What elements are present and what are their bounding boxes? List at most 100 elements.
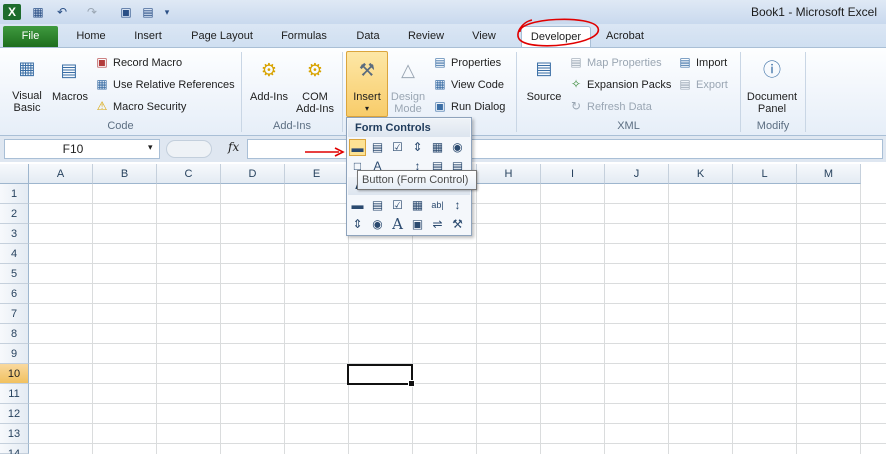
column-header-k[interactable]: K [669,164,733,184]
list-box-activex[interactable]: ▦ [409,197,426,214]
combo-box-activex[interactable]: ▤ [369,197,386,214]
row-header-9[interactable]: 9 [0,344,29,364]
source-button[interactable]: Source [522,91,566,103]
visual-basic-label: Visual Basic [12,90,42,114]
document-panel-button[interactable]: Document Panel [743,91,801,115]
tab-home[interactable]: Home [66,26,116,47]
grid-row-line [29,283,886,284]
run-dialog-button[interactable]: ▣ Run Dialog [432,97,505,115]
export-button[interactable]: ▤ Export [677,75,727,93]
refresh-data-button[interactable]: ↻ Refresh Data [568,97,652,115]
row-header-5[interactable]: 5 [0,264,29,284]
document-panel-icon: ⓘ [763,60,781,80]
relative-references-button[interactable]: ▦ Use Relative References [94,75,234,93]
tab-insert[interactable]: Insert [124,26,172,47]
column-header-c[interactable]: C [157,164,221,184]
grid-row-line [29,423,886,424]
button-form-control[interactable]: ▬ [349,139,366,156]
insert-function-icon[interactable]: fx [228,140,239,154]
row-header-7[interactable]: 7 [0,304,29,324]
properties-button[interactable]: ▤ Properties [432,53,501,71]
com-addins-button[interactable]: COM Add-Ins [292,91,338,115]
checkbox-activex[interactable]: ☑ [389,197,406,214]
label-activex[interactable]: A [389,216,406,233]
row-header-8[interactable]: 8 [0,324,29,344]
design-mode-button[interactable]: Design Mode [388,91,428,115]
group-label-code: Code [107,120,134,132]
map-properties-button[interactable]: ▤ Map Properties [568,53,661,71]
annotation-arrow [305,147,345,157]
import-icon: ▤ [679,55,691,69]
tab-review[interactable]: Review [399,26,453,47]
record-macro-button[interactable]: ▣ Record Macro [94,53,182,71]
more-controls-activex[interactable]: ⚒ [449,216,466,233]
column-header-e[interactable]: E [285,164,349,184]
grid-column-line [156,184,157,454]
toggle-button-activex[interactable]: ⇌ [429,216,446,233]
view-code-button[interactable]: ▦ View Code [432,75,504,93]
column-header-j[interactable]: J [605,164,669,184]
column-header-m[interactable]: M [797,164,861,184]
import-button[interactable]: ▤ Import [677,53,727,71]
warning-icon: ⚠ [96,99,108,113]
design-mode-icon: △ [401,60,415,80]
run-dialog-label: Run Dialog [451,101,506,113]
tab-page-layout[interactable]: Page Layout [184,26,260,47]
column-header-l[interactable]: L [733,164,797,184]
spin-button-form-control[interactable]: ⇕ [409,139,426,156]
properties-icon: ▤ [434,55,446,69]
com-addins-icon: ⚙ [306,60,324,80]
form-controls-heading: Form Controls [348,119,470,137]
list-box-form-control[interactable]: ▦ [429,139,446,156]
group-separator [342,52,343,132]
column-header-b[interactable]: B [93,164,157,184]
spin-button-activex[interactable]: ⇕ [349,216,366,233]
grid-column-line [668,184,669,454]
row-header-10[interactable]: 10 [0,364,29,384]
column-header-h[interactable]: H [477,164,541,184]
text-box-activex[interactable]: ab| [429,197,446,214]
visual-basic-button[interactable]: Visual Basic [6,90,48,114]
column-header-d[interactable]: D [221,164,285,184]
combo-box-form-control[interactable]: ▤ [369,139,386,156]
tab-view[interactable]: View [463,26,505,47]
tab-file[interactable]: File [3,26,58,47]
addins-button[interactable]: Add-Ins [246,91,292,103]
row-header-4[interactable]: 4 [0,244,29,264]
macro-security-label: Macro Security [113,101,187,113]
command-button-activex[interactable]: ▬ [349,197,366,214]
formula-bar-resize-handle[interactable] [166,140,212,158]
column-header-a[interactable]: A [29,164,93,184]
row-header-6[interactable]: 6 [0,284,29,304]
row-header-3[interactable]: 3 [0,224,29,244]
grid-column-line [796,184,797,454]
row-header-2[interactable]: 2 [0,204,29,224]
grid-column-line [284,184,285,454]
tab-data[interactable]: Data [347,26,389,47]
macro-security-button[interactable]: ⚠ Macro Security [94,97,187,115]
row-header-11[interactable]: 11 [0,384,29,404]
image-activex[interactable]: ▣ [409,216,426,233]
tab-formulas[interactable]: Formulas [273,26,335,47]
row-header-13[interactable]: 13 [0,424,29,444]
row-header-1[interactable]: 1 [0,184,29,204]
column-header-i[interactable]: I [541,164,605,184]
row-header-12[interactable]: 12 [0,404,29,424]
annotation-circle [517,18,599,47]
expansion-packs-icon: ✧ [570,77,582,91]
scroll-bar-activex[interactable]: ↕ [449,197,466,214]
name-box-dropdown-icon[interactable]: ▾ [148,142,153,153]
relative-references-icon: ▦ [96,77,108,91]
select-all-corner[interactable] [0,164,29,184]
tab-acrobat[interactable]: Acrobat [598,26,652,47]
expansion-packs-button[interactable]: ✧ Expansion Packs [568,75,671,93]
checkbox-form-control[interactable]: ☑ [389,139,406,156]
option-button-activex[interactable]: ◉ [369,216,386,233]
selected-cell[interactable] [347,364,415,387]
row-header-14[interactable]: 14 [0,444,29,454]
source-icon: ▤ [535,58,553,78]
macros-button[interactable]: Macros [49,91,91,103]
tooltip: Button (Form Control) [357,170,477,190]
option-button-form-control[interactable]: ◉ [449,139,466,156]
macros-icon: ▤ [60,60,78,80]
